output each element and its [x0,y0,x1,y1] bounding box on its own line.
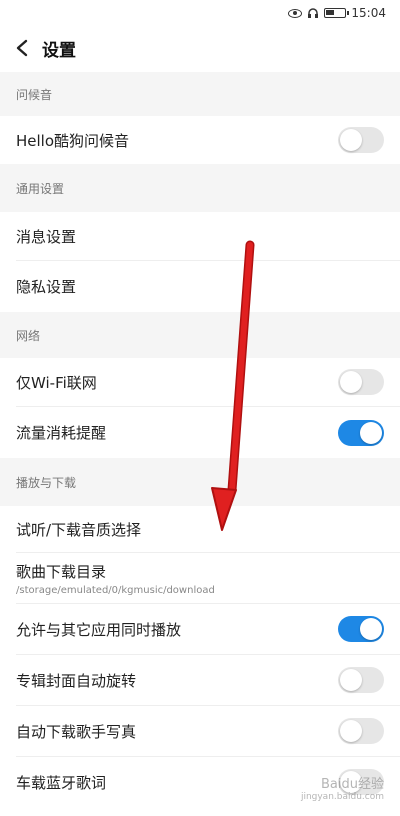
row-label: 自动下载歌手写真 [16,722,137,741]
watermark: Baidu经验 jingyan.baidu.com [301,773,384,802]
row-label: Hello酷狗问候音 [16,131,130,150]
battery-icon [324,8,350,18]
section-header-network: 网络 [0,312,400,358]
mix-playback-toggle[interactable] [338,616,384,642]
page-title: 设置 [42,40,76,61]
eye-icon [288,8,303,18]
status-bar: 15:04 [0,0,400,26]
row-audio-quality[interactable]: 试听/下载音质选择 [0,506,400,552]
row-label: 消息设置 [16,227,77,246]
back-button[interactable] [2,26,42,70]
headphones-icon [307,7,319,19]
chevron-left-icon [16,39,28,57]
row-label: 隐私设置 [16,278,77,296]
status-time: 15:04 [351,6,386,20]
album-rotate-toggle[interactable] [338,667,384,693]
row-label: 歌曲下载目录 [16,562,107,581]
row-label: 流量消耗提醒 [16,424,107,442]
section-header-greeting: 问候音 [0,72,400,116]
row-wifi-only: 仅Wi-Fi联网 [0,358,400,406]
artist-photos-toggle[interactable] [338,718,384,744]
section-header-playback: 播放与下载 [0,458,400,506]
data-usage-alert-toggle[interactable] [338,419,384,446]
download-path: /storage/emulated/0/kgmusic/download [16,584,215,596]
row-label: 允许与其它应用同时播放 [16,620,182,639]
row-label: 车载蓝牙歌词 [16,773,107,792]
watermark-text: Baidu经验 [321,777,384,792]
section-header-general: 通用设置 [0,164,400,212]
row-data-usage-alert: 流量消耗提醒 [0,407,400,458]
row-label: 仅Wi-Fi联网 [16,373,97,392]
header: 设置 [0,26,400,70]
row-greeting-sound: Hello酷狗问候音 [0,116,400,164]
row-label: 试听/下载音质选择 [16,520,142,539]
wifi-only-toggle[interactable] [338,369,384,395]
row-message-settings[interactable]: 消息设置 [0,212,400,260]
row-label: 专辑封面自动旋转 [16,671,137,690]
row-album-rotate: 专辑封面自动旋转 [0,655,400,705]
row-privacy-settings[interactable]: 隐私设置 [0,261,400,312]
watermark-sub: jingyan.baidu.com [300,792,384,802]
row-mix-playback: 允许与其它应用同时播放 [0,604,400,654]
row-download-directory[interactable]: 歌曲下载目录 /storage/emulated/0/kgmusic/downl… [0,553,400,603]
greeting-sound-toggle[interactable] [338,127,384,153]
row-artist-photos: 自动下载歌手写真 [0,706,400,756]
